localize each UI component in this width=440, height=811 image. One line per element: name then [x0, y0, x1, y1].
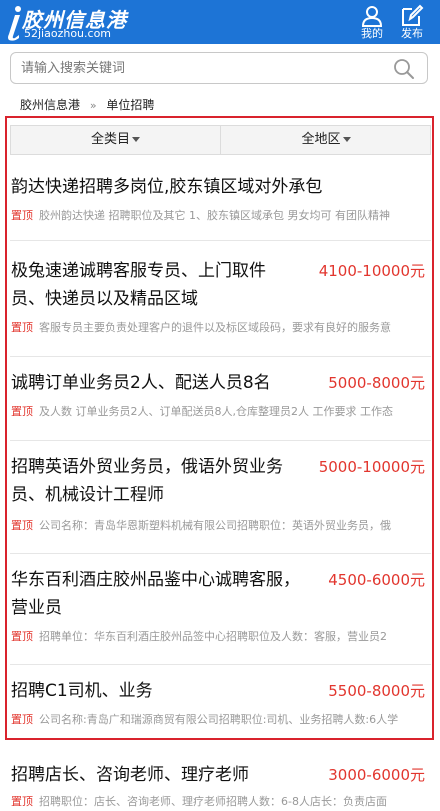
region-filter[interactable]: 全地区 [221, 126, 431, 154]
pinned-tag: 置顶 [11, 519, 33, 532]
post-label: 发布 [401, 27, 423, 40]
caret-down-icon [342, 137, 351, 142]
item-desc-text: 客服专员主要负责处理客户的退件以及标区域段码，要求有良好的服务意 [39, 321, 391, 334]
item-salary: 5000-10000元 [318, 458, 425, 476]
item-desc: 置顶 客服专员主要负责处理客户的退件以及标区域段码，要求有良好的服务意 [11, 321, 429, 335]
my-account-button[interactable]: 我的 [352, 2, 392, 42]
item-desc: 置顶 招聘单位：华东百利酒庄胶州品签中心招聘职位及人数：客服，营业员2 [11, 630, 429, 644]
item-desc: 置顶 招聘职位：店长、咨询老师、理疗老师招聘人数：6-8人店长：负责店面 [11, 795, 429, 809]
item-title: 诚聘订单业务员2人、配送人员8名 [11, 373, 271, 393]
list-item[interactable]: 招聘C1司机、业务 5500-8000元 置顶 公司名称:青岛广和瑞源商贸有限公司… [10, 665, 431, 737]
pinned-tag: 置顶 [11, 209, 33, 222]
pinned-tag: 置顶 [11, 630, 33, 643]
item-desc-text: 招聘单位：华东百利酒庄胶州品签中心招聘职位及人数：客服，营业员2 [39, 630, 387, 643]
my-account-label: 我的 [361, 27, 383, 40]
region-filter-label: 全地区 [301, 132, 341, 147]
list-item[interactable]: 华东百利酒庄胶州品鉴中心诚聘客服，营业员 4500-6000元 置顶 招聘单位：华… [10, 554, 431, 665]
edit-icon [402, 4, 424, 26]
post-button[interactable]: 发布 [392, 2, 432, 42]
item-salary: 5000-8000元 [328, 374, 425, 392]
item-desc: 置顶 及人数 订单业务员2人、订单配送员8人,仓库整理员2人 工作要求 工作态 [11, 405, 429, 419]
item-desc-text: 招聘职位：店长、咨询老师、理疗老师招聘人数：6-8人店长：负责店面 [39, 795, 387, 808]
item-title: 招聘店长、咨询老师、理疗老师 [11, 765, 249, 785]
pinned-tag: 置顶 [11, 405, 33, 418]
breadcrumb-home[interactable]: 胶州信息港 [20, 98, 80, 112]
item-title: 招聘英语外贸业务员，俄语外贸业务员、机械设计工程师 [11, 457, 283, 505]
search-icon[interactable] [393, 58, 415, 80]
item-desc-text: 胶州韵达快递 招聘职位及其它 1、胶东镇区域承包 男女均可 有团队精神 [39, 209, 390, 222]
item-salary: 5500-8000元 [328, 682, 425, 700]
breadcrumb-current[interactable]: 单位招聘 [106, 98, 154, 112]
item-desc: 置顶 胶州韵达快递 招聘职位及其它 1、胶东镇区域承包 男女均可 有团队精神 [11, 209, 429, 223]
pinned-tag: 置顶 [11, 713, 33, 726]
item-desc: 置顶 公司名称:青岛广和瑞源商贸有限公司招聘职位:司机、业务招聘人数:6人学 [11, 713, 429, 727]
item-salary: 3000-6000元 [328, 766, 425, 784]
site-logo[interactable]: 胶州信息港 52jiaozhou.com [6, 2, 226, 42]
top-header: 胶州信息港 52jiaozhou.com 我的 发布 [0, 0, 440, 44]
item-salary: 4500-6000元 [328, 571, 425, 589]
category-filter-label: 全类目 [90, 132, 130, 147]
item-title: 华东百利酒庄胶州品鉴中心诚聘客服，营业员 [11, 570, 300, 618]
list-item[interactable]: 诚聘订单业务员2人、配送人员8名 5000-8000元 置顶 及人数 订单业务员2… [10, 357, 431, 441]
filter-bar: 全类目 全地区 [10, 125, 431, 155]
item-desc-text: 公司名称：青岛华恩斯塑料机械有限公司招聘职位：英语外贸业务员，俄 [39, 519, 391, 532]
breadcrumb: 胶州信息港 » 单位招聘 [20, 96, 154, 114]
item-title: 韵达快递招聘多岗位,胶东镇区域对外承包 [11, 177, 323, 197]
list-item[interactable]: 招聘店长、咨询老师、理疗老师 3000-6000元 置顶 招聘职位：店长、咨询老师… [10, 749, 431, 811]
logo-url: 52jiaozhou.com [24, 27, 112, 40]
pinned-tag: 置顶 [11, 321, 33, 334]
pinned-tag: 置顶 [11, 795, 33, 808]
item-desc: 置顶 公司名称：青岛华恩斯塑料机械有限公司招聘职位：英语外贸业务员，俄 [11, 519, 429, 533]
category-filter[interactable]: 全类目 [11, 126, 221, 154]
caret-down-icon [132, 137, 140, 142]
item-title: 极兔速递诚聘客服专员、上门取件员、快递员以及精品区域 [11, 261, 266, 309]
item-salary: 4100-10000元 [318, 262, 425, 280]
item-desc-text: 公司名称:青岛广和瑞源商贸有限公司招聘职位:司机、业务招聘人数:6人学 [39, 713, 399, 726]
list-item[interactable]: 韵达快递招聘多岗位,胶东镇区域对外承包 置顶 胶州韵达快递 招聘职位及其它 1、胶… [10, 155, 431, 241]
user-icon [361, 6, 383, 27]
search-bar [10, 52, 428, 84]
item-title: 招聘C1司机、业务 [11, 681, 153, 701]
breadcrumb-separator: » [89, 99, 97, 112]
list-item[interactable]: 极兔速递诚聘客服专员、上门取件员、快递员以及精品区域 4100-10000元 置… [10, 241, 431, 357]
item-desc-text: 及人数 订单业务员2人、订单配送员8人,仓库整理员2人 工作要求 工作态 [39, 405, 393, 418]
search-input[interactable] [21, 53, 391, 83]
list-item[interactable]: 招聘英语外贸业务员，俄语外贸业务员、机械设计工程师 5000-10000元 置顶… [10, 441, 431, 554]
